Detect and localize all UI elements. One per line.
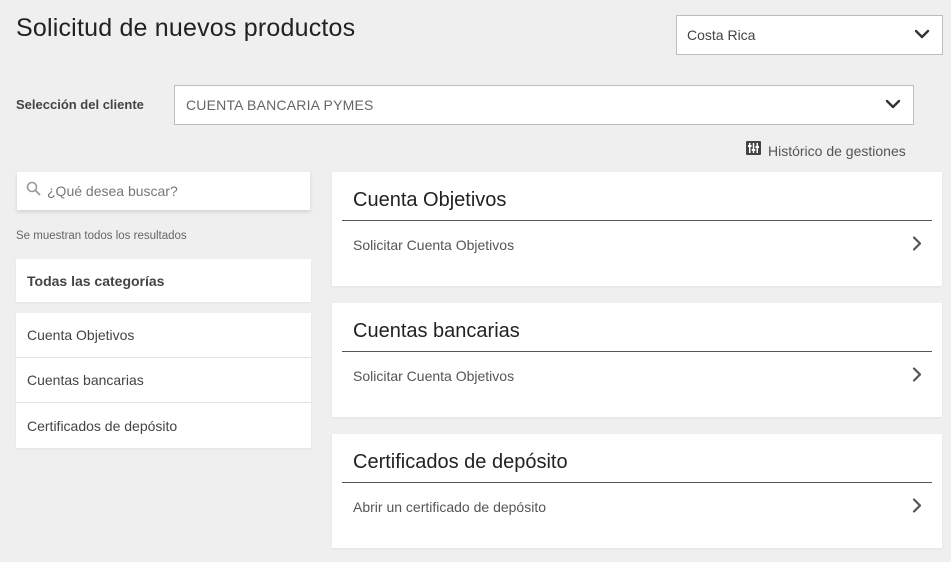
product-card: Cuentas bancarias Solicitar Cuenta Objet… (332, 303, 942, 417)
product-action-label: Solicitar Cuenta Objetivos (353, 368, 515, 384)
page: Solicitud de nuevos productos Costa Rica… (0, 0, 951, 562)
product-action-label: Solicitar Cuenta Objetivos (353, 237, 515, 253)
category-list: Cuenta Objetivos Cuentas bancarias Certi… (16, 313, 311, 448)
history-link-label: Histórico de gestiones (768, 142, 906, 159)
search-box (17, 172, 310, 210)
history-link[interactable]: Histórico de gestiones (746, 141, 906, 160)
chevron-down-icon (885, 96, 901, 114)
product-card-title: Cuenta Objetivos (342, 172, 932, 221)
product-action-row[interactable]: Abrir un certificado de depósito (332, 483, 942, 531)
category-item[interactable]: Certificados de depósito (16, 403, 311, 448)
product-card: Cuenta Objetivos Solicitar Cuenta Objeti… (332, 172, 942, 286)
country-select[interactable]: Costa Rica (676, 15, 943, 55)
chevron-down-icon (914, 26, 930, 44)
product-action-row[interactable]: Solicitar Cuenta Objetivos (332, 352, 942, 400)
product-action-label: Abrir un certificado de depósito (353, 499, 546, 515)
client-select-value: CUENTA BANCARIA PYMES (186, 97, 374, 113)
chevron-right-icon (912, 236, 922, 255)
search-input[interactable] (47, 183, 287, 199)
sliders-icon (746, 141, 761, 160)
product-card-title: Certificados de depósito (342, 434, 932, 483)
chevron-right-icon (912, 498, 922, 517)
category-item[interactable]: Cuentas bancarias (16, 358, 311, 403)
product-card: Certificados de depósito Abrir un certif… (332, 434, 942, 548)
results-note: Se muestran todos los resultados (16, 230, 187, 242)
client-select[interactable]: CUENTA BANCARIA PYMES (174, 85, 914, 125)
search-icon (26, 181, 41, 201)
client-select-label: Selección del cliente (16, 97, 144, 112)
all-categories-button[interactable]: Todas las categorías (16, 259, 311, 302)
page-title: Solicitud de nuevos productos (16, 14, 356, 42)
product-card-title: Cuentas bancarias (342, 303, 932, 352)
country-select-value: Costa Rica (687, 27, 756, 43)
product-action-row[interactable]: Solicitar Cuenta Objetivos (332, 221, 942, 269)
category-item[interactable]: Cuenta Objetivos (16, 313, 311, 358)
chevron-right-icon (912, 367, 922, 386)
